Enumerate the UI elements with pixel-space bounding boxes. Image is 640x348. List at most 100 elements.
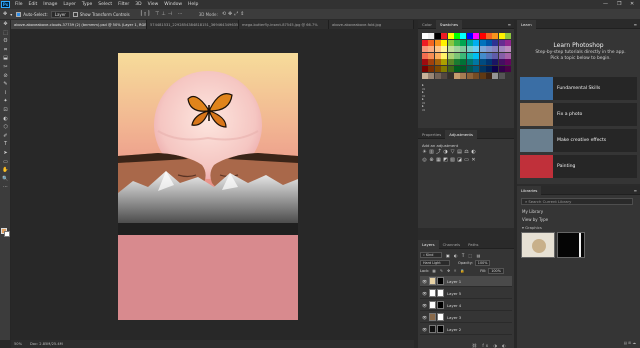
color-swatch[interactable] (492, 46, 499, 53)
zoom-tool-icon[interactable]: 🔍 (1, 176, 10, 183)
color-swatch[interactable] (473, 72, 480, 79)
hue-sat-icon[interactable]: ▤ (457, 150, 462, 155)
color-swatch[interactable] (434, 66, 441, 72)
quick-select-tool-icon[interactable]: ⌗ (1, 47, 10, 54)
doc-tab[interactable]: 574481531_2292854384818151_3694643496357… (147, 20, 239, 29)
color-swatch[interactable] (473, 33, 480, 39)
color-swatch[interactable] (422, 52, 428, 59)
color-swatch[interactable] (498, 33, 505, 39)
menu-view[interactable]: View (145, 2, 162, 7)
tab-properties[interactable]: Properties (418, 130, 445, 139)
color-swatch[interactable] (441, 52, 448, 59)
color-swatch[interactable] (441, 72, 448, 79)
background-color-swatch[interactable] (4, 231, 10, 237)
color-swatch[interactable] (460, 72, 467, 79)
color-swatch[interactable] (428, 72, 435, 79)
color-swatch[interactable] (492, 39, 499, 46)
library-footer-icons[interactable]: ▤ ⊞ ☁ (624, 341, 636, 345)
color-swatch[interactable] (441, 33, 448, 39)
document-artboard[interactable] (118, 53, 298, 320)
color-swatch[interactable] (505, 52, 512, 59)
layer-mask-thumbnail[interactable] (437, 313, 444, 321)
learn-topic-card[interactable]: Fix a photo (520, 103, 637, 126)
menu-edit[interactable]: Edit (26, 2, 41, 7)
color-swatch[interactable] (466, 72, 473, 79)
auto-select-target-dropdown[interactable]: Layer (50, 10, 70, 18)
color-swatch[interactable] (473, 39, 480, 46)
photo-filter-icon[interactable]: ◎ (422, 158, 427, 163)
visibility-eye-icon[interactable]: 👁 (422, 279, 427, 284)
color-swatch[interactable] (466, 59, 473, 66)
crop-tool-icon[interactable]: ⬓ (1, 55, 10, 62)
zoom-readout[interactable]: 50% (14, 342, 22, 346)
learn-topic-card[interactable]: Painting (520, 155, 637, 178)
tab-layers[interactable]: Layers (418, 239, 439, 249)
learn-topic-card[interactable]: Make creative effects (520, 129, 637, 152)
gradient-map-icon[interactable]: ▭ (464, 158, 469, 163)
color-swatch[interactable] (486, 66, 492, 72)
opacity-field[interactable]: 100% (474, 260, 491, 266)
swatch-folder-icon[interactable]: ▸ ▭ (422, 104, 425, 112)
color-swatch[interactable] (428, 66, 435, 72)
color-swatch[interactable] (434, 46, 441, 53)
color-swatch[interactable] (428, 59, 435, 66)
color-swatch[interactable] (434, 39, 441, 46)
color-swatch[interactable] (454, 66, 460, 72)
close-icon[interactable]: ✕ (630, 1, 634, 7)
color-swatch[interactable] (486, 33, 492, 39)
color-swatch[interactable] (479, 66, 486, 72)
color-swatch[interactable] (505, 33, 512, 39)
color-swatch[interactable] (460, 52, 467, 59)
menu-layer[interactable]: Layer (60, 2, 79, 7)
tab-swatches[interactable]: Swatches (435, 19, 463, 29)
doc-tab[interactable]: above-aboveabove-fold.jpg (329, 20, 414, 29)
color-swatch[interactable] (492, 66, 499, 72)
color-swatch[interactable] (428, 33, 435, 39)
color-swatch[interactable] (466, 39, 473, 46)
clone-stamp-tool-icon[interactable]: ✦ (1, 98, 10, 105)
color-swatch[interactable] (447, 39, 454, 46)
color-swatch[interactable] (454, 39, 460, 46)
brightness-icon[interactable]: ☀ (422, 150, 427, 155)
menu-window[interactable]: Window (161, 2, 185, 7)
layer-mask-thumbnail[interactable] (437, 277, 444, 285)
color-swatch[interactable] (441, 59, 448, 66)
color-swatch[interactable] (434, 72, 441, 79)
levels-icon[interactable]: ▥ (429, 150, 434, 155)
auto-select-checkbox[interactable] (16, 11, 22, 17)
color-swatch[interactable] (473, 66, 480, 72)
color-swatch[interactable] (447, 66, 454, 72)
color-swatch[interactable] (473, 52, 480, 59)
path-select-tool-icon[interactable]: ➤ (1, 150, 10, 157)
color-swatch[interactable] (466, 46, 473, 53)
tab-libraries[interactable]: Libraries (517, 185, 542, 195)
curves-icon[interactable]: ⤴ (436, 150, 441, 155)
library-graphic-thumbnail[interactable] (521, 232, 555, 258)
tab-color[interactable]: Color (418, 20, 436, 29)
restore-icon[interactable]: ❐ (617, 1, 621, 7)
layer-row[interactable]: 👁 Layer 5 (420, 288, 512, 299)
threshold-icon[interactable]: ◪ (457, 158, 462, 163)
library-graphic-thumbnail[interactable] (557, 232, 585, 258)
color-swatch[interactable] (486, 39, 492, 46)
color-swatch[interactable] (422, 59, 428, 66)
libraries-panel-menu-icon[interactable]: ≡ (634, 188, 637, 193)
layer-mask-thumbnail[interactable] (437, 289, 444, 297)
tab-channels[interactable]: Channels (439, 240, 465, 249)
tab-learn[interactable]: Learn (517, 19, 536, 29)
edit-toolbar-icon[interactable]: ⋯ (1, 184, 10, 191)
layer-row[interactable]: 👁 Layer 2 (420, 324, 512, 335)
library-search-input[interactable]: ⌕ Search Current Library (521, 198, 633, 205)
selective-color-icon[interactable]: ✕ (471, 158, 476, 163)
color-swatch[interactable] (434, 33, 441, 39)
menu-3d[interactable]: 3D (132, 2, 144, 7)
color-swatch[interactable] (479, 72, 486, 79)
marquee-tool-icon[interactable]: ⬚ (1, 30, 10, 37)
menu-select[interactable]: Select (95, 2, 115, 7)
tab-paths[interactable]: Paths (464, 240, 482, 249)
layer-row[interactable]: 👁 Layer 3 (420, 312, 512, 323)
posterize-icon[interactable]: ▧ (450, 158, 455, 163)
color-swatch[interactable] (428, 46, 435, 53)
doc-tab-active[interactable]: above-aboveabove-clouds-37739 (2) (bnmmm… (11, 20, 147, 29)
hand-tool-icon[interactable]: ✋ (1, 167, 10, 174)
